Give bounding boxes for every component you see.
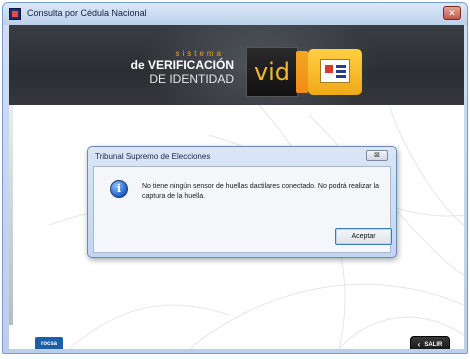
- logo-orange-bar: [296, 51, 308, 93]
- brand-line-2: DE IDENTIDAD: [149, 72, 234, 86]
- info-icon: i: [110, 180, 128, 198]
- dialog-close-button[interactable]: ⊠: [366, 150, 388, 161]
- vid-logo: vid: [246, 47, 371, 97]
- dialog-message: No tiene ningún sensor de huellas dactil…: [142, 183, 379, 200]
- title-bar[interactable]: Consulta por Cédula Nacional ✕: [3, 3, 467, 25]
- exit-button-label: SALIR: [424, 341, 443, 348]
- id-card-icon-tile: [308, 49, 362, 95]
- message-dialog: Tribunal Supremo de Elecciones ⊠ i No ti…: [87, 146, 397, 258]
- app-icon: [9, 8, 21, 20]
- rocsa-logo: rocsa: [35, 337, 63, 349]
- dialog-title: Tribunal Supremo de Elecciones: [95, 152, 211, 161]
- window-close-button[interactable]: ✕: [443, 6, 461, 20]
- chevron-left-icon: ‹: [417, 339, 421, 349]
- header-banner: sistema de VERIFICACIÓN DE IDENTIDAD vid: [9, 25, 464, 105]
- brand-title: sistema de VERIFICACIÓN DE IDENTIDAD: [124, 49, 234, 86]
- window-title: Consulta por Cédula Nacional: [27, 8, 147, 18]
- id-card-icon: [320, 59, 350, 83]
- vid-logo-text: vid: [246, 47, 298, 97]
- exit-button[interactable]: ‹ SALIR: [410, 336, 450, 349]
- accept-button[interactable]: Aceptar: [335, 228, 392, 245]
- brand-sistema: sistema: [175, 49, 224, 58]
- brand-line-1: de VERIFICACIÓN: [130, 58, 234, 72]
- dialog-body: i No tiene ningún sensor de huellas dact…: [93, 166, 392, 253]
